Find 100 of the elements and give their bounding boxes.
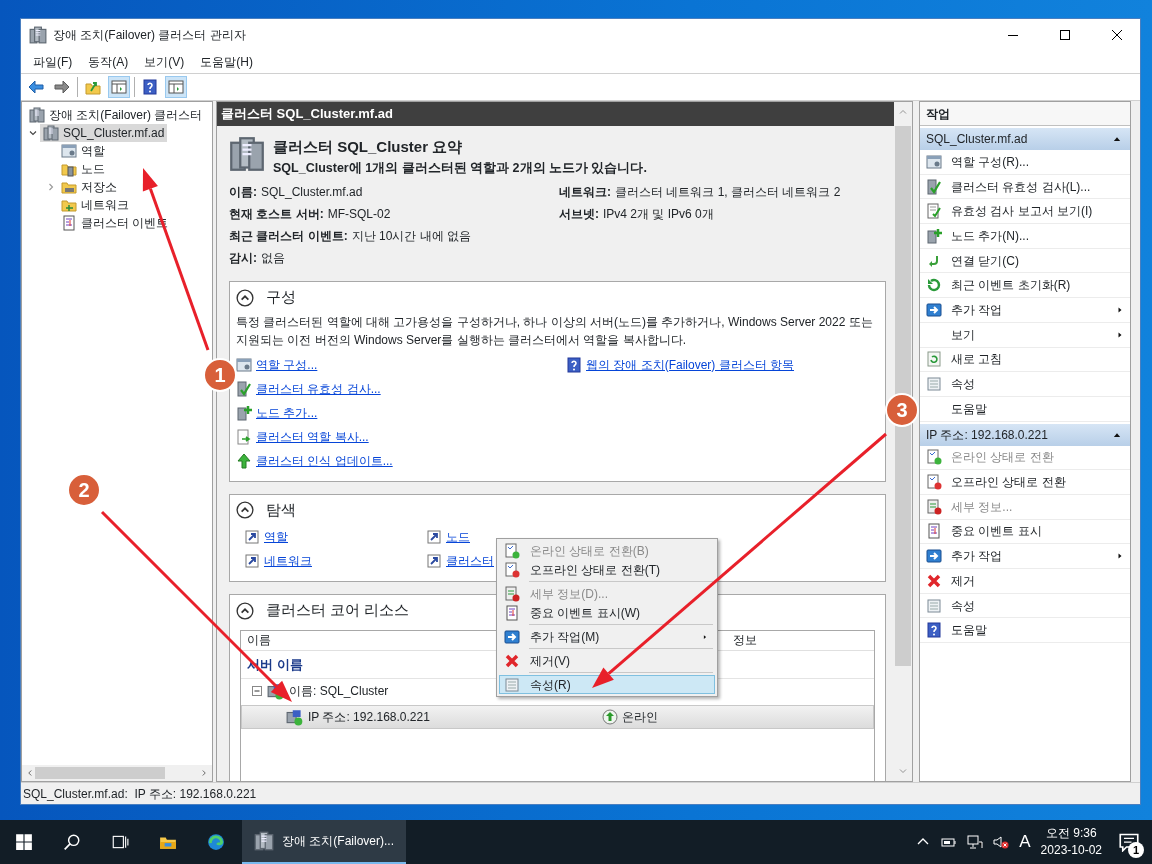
menu-item[interactable]: 중요 이벤트 표시(W) — [499, 603, 715, 622]
action-item[interactable]: 역할 구성(R)... — [920, 150, 1130, 175]
browser-icon — [207, 833, 225, 851]
tree-item[interactable]: 장애 조치(Failover) 클러스터 — [26, 106, 206, 124]
collapse-icon[interactable] — [236, 501, 254, 519]
action-link[interactable]: 클러스터 인식 업데이트... — [256, 451, 393, 470]
action-item[interactable]: 속성 — [920, 593, 1130, 619]
action-item[interactable]: 도움말 — [920, 618, 1130, 644]
tree-item[interactable]: SQL_Cluster.mf.ad — [40, 124, 168, 142]
group-header[interactable]: SQL_Cluster.mf.ad — [920, 128, 1130, 150]
pane-header: 클러스터 SQL_Cluster.mf.ad — [217, 102, 894, 126]
add-server-icon — [926, 227, 942, 244]
action-item[interactable]: 보기 — [920, 322, 1130, 348]
shortcut-icon — [244, 529, 260, 546]
action-link[interactable]: 역할 구성... — [256, 355, 318, 374]
column-header[interactable]: 정보 — [733, 631, 757, 650]
server-check-icon — [236, 380, 252, 397]
menu-item[interactable]: 도움말(H) — [192, 53, 261, 71]
navigation-link[interactable]: 역할 — [264, 528, 288, 547]
action-item[interactable]: 노드 추가(N)... — [920, 224, 1130, 249]
collapse-icon[interactable] — [236, 601, 254, 620]
step-marker: 2 — [67, 473, 101, 507]
event-log-icon — [504, 604, 520, 621]
action-item[interactable]: 중요 이벤트 표시 — [920, 519, 1130, 545]
action-item[interactable]: 제거 — [920, 569, 1130, 594]
speaker-muted-icon[interactable] — [993, 834, 1010, 850]
shortcut-icon — [426, 553, 442, 570]
menu-item[interactable]: 추가 작업(M) — [499, 627, 715, 646]
panel-button[interactable] — [108, 76, 130, 98]
notification-button[interactable]: 1 — [1112, 822, 1146, 862]
action-item[interactable]: 최근 이벤트 초기화(R) — [920, 273, 1130, 299]
menu-item[interactable]: 제거(V) — [499, 651, 715, 670]
summary-title: 클러스터 SQL_Cluster 요약 — [273, 137, 464, 157]
collapse-icon[interactable] — [236, 288, 254, 307]
folder-up-icon — [85, 79, 101, 95]
refresh-icon — [926, 351, 942, 368]
resource-name: IP 주소: 192.168.0.221 — [308, 709, 430, 727]
window-title: 장애 조치(Failover) 클러스터 관리자 — [53, 27, 247, 44]
report-icon — [926, 203, 942, 220]
input-indicator[interactable]: A — [1019, 829, 1031, 855]
tree-item[interactable]: 네트워크 — [58, 196, 132, 214]
help-icon — [926, 622, 942, 639]
description-text: 특정 클러스터된 역할에 대해 고가용성을 구성하거나, 하나 이상의 서버(노드)를 추가하거나, Windows Server 2022 또는 지원되는 이전 버전의 Windows Server를 실행하는 클러스터에서 역할을 복사합니다. — [236, 313, 874, 349]
action-item[interactable]: 클러스터 유효성 검사(L)... — [920, 174, 1130, 200]
tree-item[interactable]: 저장소 — [58, 178, 120, 196]
navigation-link[interactable]: 네트워크 — [264, 552, 312, 571]
group-header[interactable]: IP 주소: 192.168.0.221 — [920, 423, 1130, 446]
online-icon — [504, 542, 520, 559]
action-item[interactable]: 오프라인 상태로 전환 — [920, 470, 1130, 495]
folder-icon — [61, 179, 77, 195]
folder-icon — [61, 197, 77, 213]
action-link[interactable]: 노드 추가... — [256, 403, 318, 422]
action-item[interactable]: 추가 작업 — [920, 544, 1130, 569]
notification-count: 1 — [1128, 842, 1144, 858]
collapse-box-icon[interactable] — [251, 685, 263, 698]
tree-item[interactable]: 역할 — [58, 142, 108, 160]
column-header[interactable]: 이름 — [247, 631, 271, 650]
shortcut-icon — [426, 529, 442, 546]
navigation-link[interactable]: 클러스터 — [446, 552, 494, 571]
property-text: 최근 클러스터 이벤트: 지난 10시간 내에 없음 — [229, 228, 473, 246]
action-item[interactable]: 도움말 — [920, 396, 1130, 422]
roles-icon — [236, 356, 252, 373]
property-text: 네트워크: 클러스터 네트워크 1, 클러스터 네트워크 2 — [559, 184, 842, 202]
section-title: 탐색 — [266, 499, 296, 520]
action-link[interactable]: 클러스터 역할 복사... — [256, 427, 369, 446]
taskbar-app[interactable]: 장애 조치(Failover)... — [242, 820, 406, 864]
action-item[interactable]: 속성 — [920, 372, 1130, 397]
property-text: 현재 호스트 서버: MF-SQL-02 — [229, 206, 392, 224]
step-marker: 1 — [203, 358, 237, 392]
properties-icon — [926, 376, 942, 393]
web-link[interactable]: 웹의 장애 조치(Failover) 클러스터 항목 — [586, 355, 794, 374]
menu-item[interactable]: 보기(V) — [136, 53, 193, 71]
action-link[interactable]: 클러스터 유효성 검사... — [256, 379, 381, 398]
clock[interactable]: 오전 9:36 2023-10-02 — [1040, 825, 1102, 859]
panel-button[interactable] — [165, 76, 187, 98]
maximize-icon — [1057, 27, 1073, 43]
resource-name: 이름: SQL_Cluster — [289, 683, 389, 701]
cluster-icon — [29, 107, 45, 123]
action-item[interactable]: 추가 작업 — [920, 298, 1130, 323]
online-icon — [926, 449, 942, 466]
menu-item[interactable]: 속성(R) — [499, 675, 715, 694]
section-title: 클러스터 코어 리소스 — [266, 600, 410, 621]
help-icon — [142, 79, 158, 95]
menu-item[interactable]: 파일(F) — [25, 53, 81, 71]
event-log-icon — [61, 215, 77, 231]
menu-item[interactable]: 오프라인 상태로 전환(T) — [499, 560, 715, 579]
cluster-icon — [43, 125, 59, 141]
tree-item[interactable]: 노드 — [58, 160, 108, 178]
resource-row[interactable]: IP 주소: 192.168.0.221 온라인 — [241, 705, 874, 730]
network-icon[interactable] — [967, 834, 984, 850]
action-item[interactable]: 연결 닫기(C) — [920, 248, 1130, 274]
horizontal-scrollbar[interactable] — [22, 765, 212, 781]
offline-icon — [504, 561, 520, 578]
delete-icon — [926, 572, 942, 589]
action-item[interactable]: 유효성 검사 보고서 보기(I) — [920, 199, 1130, 225]
section-title: 구성 — [266, 287, 296, 308]
menu-item[interactable]: 동작(A) — [80, 53, 137, 71]
navigation-link[interactable]: 노드 — [446, 528, 470, 547]
close-icon — [1109, 27, 1125, 43]
action-item[interactable]: 새로 고침 — [920, 347, 1130, 373]
